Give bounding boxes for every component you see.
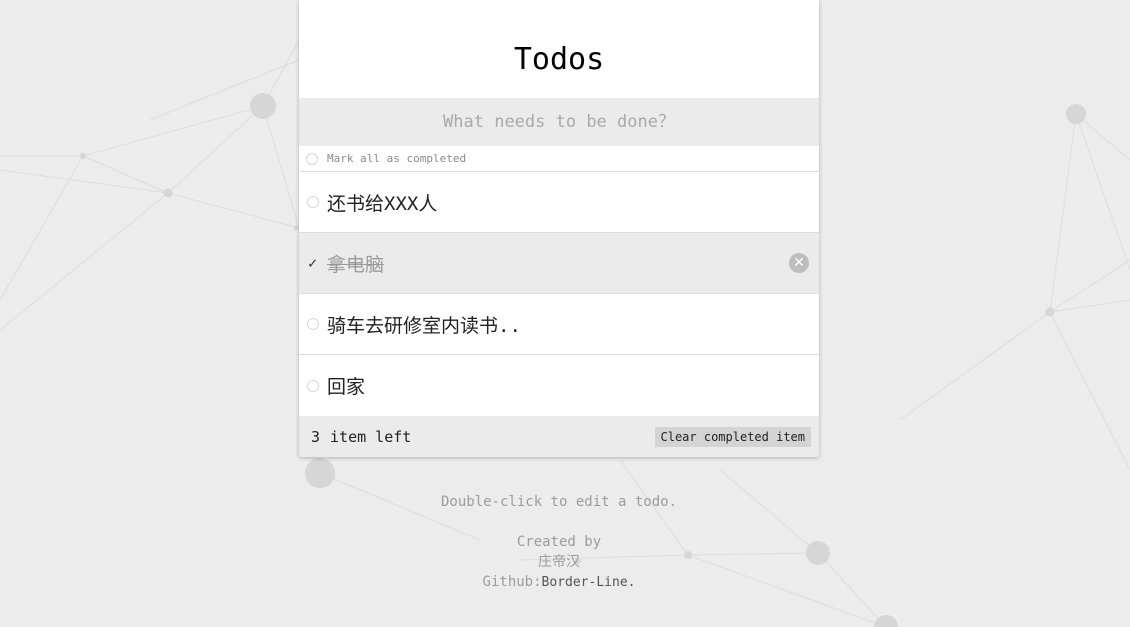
created-by-label: Created by bbox=[516, 534, 602, 550]
todo-footer: 3 item left Clear completed item bbox=[299, 416, 819, 457]
todo-count-label: item left bbox=[330, 427, 412, 446]
todo-list: 还书给XXX人 ✓ 拿电脑 ✕ 骑车去研修室内读书.. 回家 bbox=[299, 172, 819, 416]
todo-count-number: 3 bbox=[311, 427, 321, 446]
circle-icon bbox=[306, 318, 319, 330]
toggle-checkbox[interactable] bbox=[306, 379, 319, 392]
toggle-all-row[interactable]: Mark all as completed bbox=[299, 146, 819, 172]
todo-item[interactable]: ✓ 拿电脑 ✕ bbox=[299, 233, 819, 294]
todo-app: Todos Mark all as completed 还书给XXX人 ✓ 拿电… bbox=[299, 0, 819, 457]
check-icon: ✓ bbox=[307, 254, 318, 272]
todo-text[interactable]: 拿电脑 bbox=[327, 250, 384, 277]
todo-text[interactable]: 还书给XXX人 bbox=[327, 189, 437, 216]
credits: Created by 庄帝汉 Github:Border-Line. bbox=[299, 532, 819, 593]
edit-hint: Double-click to edit a todo. bbox=[440, 494, 677, 510]
todo-item[interactable]: 骑车去研修室内读书.. bbox=[299, 294, 819, 355]
toggle-checkbox[interactable] bbox=[306, 196, 319, 209]
toggle-checkbox[interactable]: ✓ bbox=[306, 254, 319, 272]
circle-icon bbox=[306, 379, 319, 392]
toggle-checkbox[interactable] bbox=[306, 318, 319, 331]
todo-item[interactable]: 回家 bbox=[299, 355, 819, 416]
circle-icon bbox=[306, 196, 319, 208]
app-title: Todos bbox=[513, 41, 605, 77]
todo-count: 3 item left bbox=[311, 428, 411, 446]
circle-icon[interactable] bbox=[306, 152, 318, 165]
todo-item[interactable]: 还书给XXX人 bbox=[299, 172, 819, 233]
clear-completed-button[interactable]: Clear completed item bbox=[654, 426, 811, 447]
author-name: 庄帝汉 bbox=[538, 554, 580, 570]
toggle-all-label: Mark all as completed bbox=[327, 152, 467, 165]
github-label: Github: bbox=[482, 574, 542, 590]
todo-text[interactable]: 骑车去研修室内读书.. bbox=[327, 311, 521, 338]
todo-text[interactable]: 回家 bbox=[327, 372, 365, 399]
github-link[interactable]: Border-Line. bbox=[542, 575, 636, 590]
github-line: Github:Border-Line. bbox=[299, 572, 819, 593]
new-todo-input[interactable] bbox=[299, 98, 819, 146]
close-icon[interactable]: ✕ bbox=[789, 253, 809, 273]
